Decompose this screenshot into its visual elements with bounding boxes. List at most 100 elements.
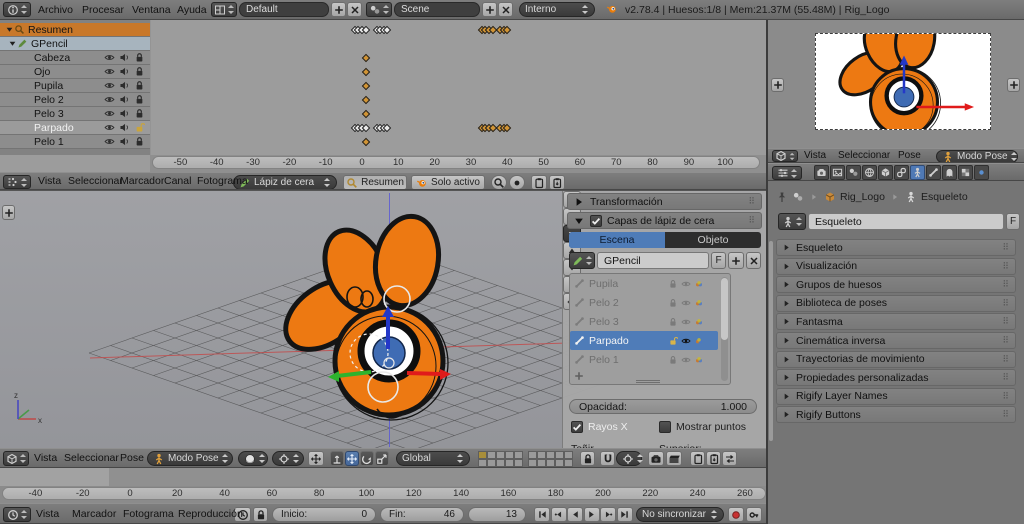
pin-icon[interactable] [776, 191, 788, 203]
visibility-toggle-icon[interactable] [104, 136, 115, 147]
gp-layer-row-pupila[interactable]: Pupila [570, 274, 718, 293]
mute-toggle-icon[interactable] [119, 94, 130, 105]
copy-keyframes-button[interactable] [531, 175, 547, 189]
region-expand-tab[interactable] [2, 205, 15, 220]
layer-toggle[interactable] [478, 451, 487, 459]
object-icon[interactable] [824, 191, 836, 203]
panel-grip[interactable]: ⠿ [1002, 335, 1010, 346]
panel-scrollbar[interactable] [769, 241, 773, 441]
manip-translate-button[interactable] [345, 451, 359, 466]
manip-scale-button[interactable] [375, 451, 389, 466]
xray-checkbox[interactable] [571, 421, 583, 433]
render-engine-select[interactable]: Interno [519, 2, 595, 17]
gp-layer-row-pelo-1[interactable]: Pelo 1 [570, 350, 718, 369]
mode-select[interactable]: Modo Pose [936, 150, 1018, 162]
viewport-3d[interactable]: zx Transformación ⠿ Capas de lápiz de ce… [0, 190, 766, 448]
sync-mode-select[interactable]: No sincronizar [636, 507, 724, 522]
menu-fotograma[interactable]: Fotograma [123, 504, 174, 523]
lock-toggle-icon[interactable] [134, 94, 145, 105]
channel-row-pelo-1[interactable]: Pelo 1 [0, 135, 150, 149]
mute-toggle-icon[interactable] [119, 52, 130, 63]
panel-propiedades-personalizadas[interactable]: Propiedades personalizadas ⠿ [776, 369, 1016, 387]
snap-element-select[interactable] [616, 451, 643, 466]
armature-icon[interactable] [905, 191, 917, 203]
panel-grip[interactable]: ⠿ [748, 196, 756, 207]
menu-seleccionar[interactable]: Seleccionar [838, 149, 890, 162]
panel-biblioteca-de-poses[interactable]: Biblioteca de poses ⠿ [776, 294, 1016, 312]
layer-lock-icon[interactable] [668, 317, 678, 327]
menu-procesar[interactable]: Procesar [82, 0, 124, 19]
layer-visibility-icon[interactable] [681, 298, 691, 308]
editor-type-timeline-button[interactable] [3, 507, 31, 522]
layer-toggle[interactable] [537, 451, 546, 459]
pose-paste-button[interactable] [706, 451, 721, 466]
mute-toggle-icon[interactable] [119, 66, 130, 77]
tab-physics[interactable] [958, 165, 973, 180]
panel-grip[interactable]: ⠿ [1002, 409, 1010, 420]
paste-keyframes-button[interactable] [549, 175, 565, 189]
next-keyframe-button[interactable] [600, 507, 616, 522]
menu-marcador[interactable]: Marcador [72, 504, 116, 523]
layer-toggle[interactable] [528, 459, 537, 467]
mute-toggle-icon[interactable] [119, 122, 130, 133]
shading-select[interactable] [238, 451, 268, 466]
add-screen-layout-button[interactable] [331, 2, 346, 17]
layer-onion-icon[interactable] [694, 298, 704, 308]
lock-range-button[interactable] [253, 507, 268, 522]
gp-layer-row-pelo-2[interactable]: Pelo 2 [570, 293, 718, 312]
menu-ayuda[interactable]: Ayuda [177, 0, 207, 19]
visibility-toggle-icon[interactable] [104, 66, 115, 77]
visibility-toggle-icon[interactable] [104, 52, 115, 63]
orientation-select[interactable]: Global [396, 451, 470, 466]
layer-toggle[interactable] [496, 459, 505, 467]
panel-grip[interactable]: ⠿ [1002, 242, 1010, 253]
lock-toggle-icon[interactable] [134, 52, 145, 63]
tab-scene[interactable] [846, 165, 861, 180]
layer-toggle[interactable] [505, 459, 514, 467]
layer-toggle[interactable] [505, 451, 514, 459]
timeline-key-area[interactable] [0, 468, 768, 486]
tab-escena[interactable]: Escena [569, 232, 665, 248]
lock-to-scene-button[interactable] [580, 451, 595, 466]
lock-toggle-icon[interactable] [134, 80, 145, 91]
filter-ghost-button[interactable] [509, 175, 525, 189]
tab-objeto[interactable]: Objeto [665, 232, 761, 248]
tab-object[interactable] [878, 165, 893, 180]
layer-onion-icon[interactable] [694, 355, 704, 365]
layer-toggle[interactable] [514, 459, 523, 467]
panel-grip[interactable]: ⠿ [1002, 261, 1010, 272]
layer-toggle[interactable] [564, 459, 573, 467]
show-points-checkbox[interactable] [659, 421, 671, 433]
lock-toggle-icon[interactable] [134, 66, 145, 77]
end-frame-field[interactable]: Fin: 46 [380, 507, 464, 522]
panel-grip[interactable]: ⠿ [1002, 279, 1010, 290]
list-scrollbar[interactable] [721, 277, 728, 381]
filter-search-button[interactable] [491, 175, 507, 189]
lock-toggle-icon[interactable] [134, 122, 145, 133]
keyframe-diamond[interactable] [361, 81, 370, 91]
layer-toggle[interactable] [537, 459, 546, 467]
panel-visualizaci-n[interactable]: Visualización ⠿ [776, 257, 1016, 275]
scene-browse-button[interactable] [366, 2, 392, 17]
tab-world[interactable] [862, 165, 877, 180]
play-reverse-button[interactable] [567, 507, 583, 522]
camera-view[interactable] [768, 20, 1024, 148]
tab-constraints[interactable] [894, 165, 909, 180]
lock-toggle-icon[interactable] [134, 108, 145, 119]
fake-user-button[interactable]: F [711, 252, 726, 269]
manip-axis-button[interactable] [330, 451, 344, 466]
mute-toggle-icon[interactable] [119, 136, 130, 147]
panel-transform[interactable]: Transformación ⠿ [567, 193, 762, 210]
menu-pose[interactable]: Pose [120, 449, 144, 467]
channel-row-ojo[interactable]: Ojo [0, 65, 150, 79]
screen-layout-browse-button[interactable] [211, 2, 237, 17]
record-button[interactable] [728, 507, 744, 522]
tab-render[interactable] [814, 165, 829, 180]
scene-icon[interactable] [792, 191, 804, 203]
dopesheet-mode-select[interactable]: Lápiz de cera [233, 175, 337, 189]
menu-archivo[interactable]: Archivo [38, 0, 73, 19]
gpencil-name-field[interactable]: GPencil [597, 252, 709, 269]
menu-ventana[interactable]: Ventana [132, 0, 171, 19]
pose-paste-flipped-button[interactable] [722, 451, 737, 466]
pivot-select[interactable] [272, 451, 304, 466]
